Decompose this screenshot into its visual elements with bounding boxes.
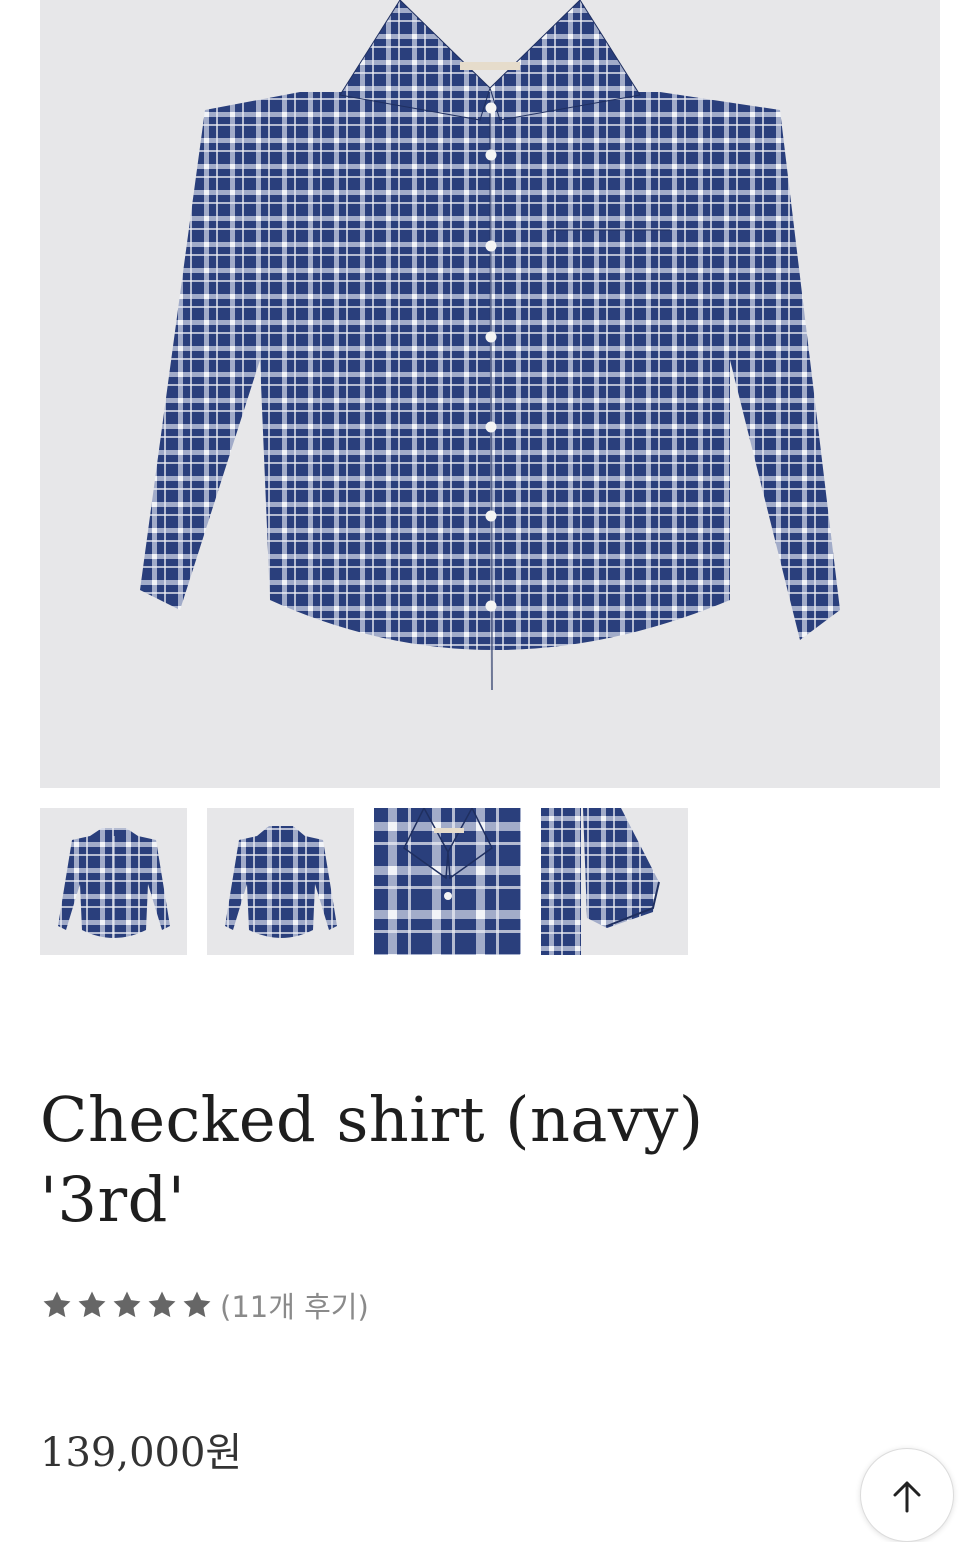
product-rating: (11개 후기): [40, 1283, 369, 1327]
arrow-up-icon: [893, 1481, 921, 1513]
thumbnail-sleeve-detail[interactable]: [541, 808, 688, 955]
thumbnail-collar-detail[interactable]: [374, 808, 521, 955]
product-title-line1: Checked shirt (navy): [40, 1083, 704, 1156]
thumbnail-gallery: [40, 808, 688, 955]
star-icon: [78, 1291, 106, 1318]
star-icon: [148, 1291, 176, 1318]
star-icon: [43, 1291, 71, 1318]
product-title-line2: '3rd': [40, 1163, 186, 1236]
main-product-image: [40, 0, 940, 788]
scroll-to-top-button[interactable]: [860, 1448, 954, 1542]
star-icon: [183, 1291, 211, 1318]
product-price: 139,000원: [40, 1430, 243, 1476]
thumbnail-back[interactable]: [207, 808, 354, 955]
review-count-link[interactable]: (11개 후기): [220, 1284, 369, 1326]
thumbnail-front[interactable]: [40, 808, 187, 955]
rating-stars: [40, 1288, 214, 1322]
product-title: Checked shirt (navy) '3rd': [40, 1080, 900, 1240]
star-icon: [113, 1291, 141, 1318]
